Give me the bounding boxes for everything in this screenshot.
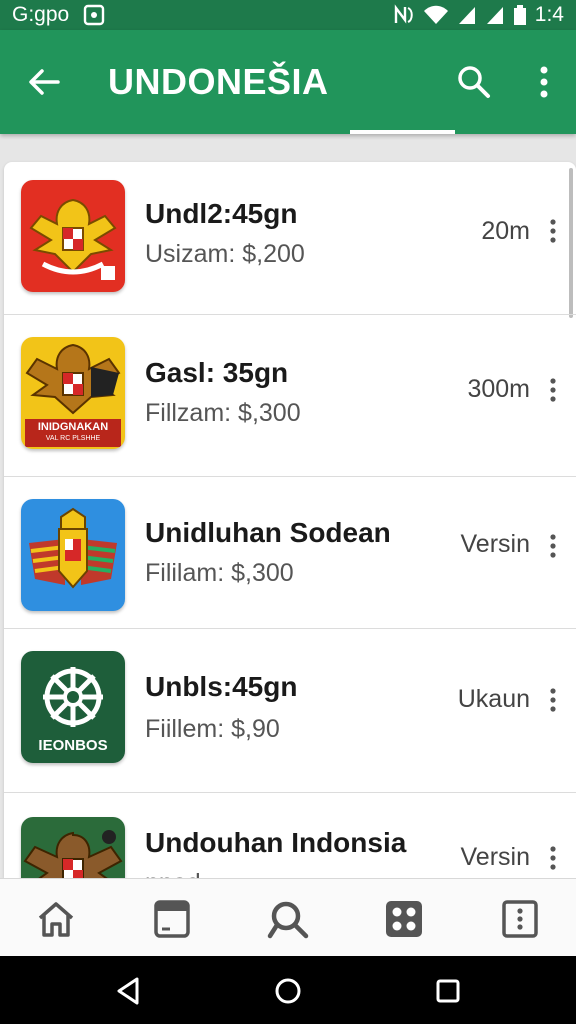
system-navigation-bar: [0, 956, 576, 1024]
list-item[interactable]: Undl2:45gn Usizam: $,200 20m: [4, 162, 576, 315]
item-subtitle: Usizam: $,200: [145, 240, 305, 268]
item-menu-button[interactable]: [546, 529, 560, 563]
nav-tablet[interactable]: [150, 897, 194, 941]
item-menu-button[interactable]: [546, 214, 560, 248]
system-recents-button[interactable]: [430, 973, 466, 1009]
item-meta: 20m: [481, 217, 530, 245]
app-icon-sublabel: VAL RC PLSHHE: [45, 435, 101, 442]
bottom-navigation: [0, 878, 576, 956]
app-icon: INIDGNAKAN VAL RC PLSHHE: [21, 337, 125, 449]
more-vert-icon: [550, 846, 556, 870]
app-icon: [21, 817, 125, 878]
list-item[interactable]: Unidluhan Sodean Fililam: $,300 Versin: [4, 477, 576, 629]
item-meta: Versin: [460, 843, 530, 871]
nfc-icon: [393, 4, 415, 26]
app-icon: [21, 499, 125, 611]
page-title: UNDONEŠIA: [108, 61, 329, 102]
item-meta: 300m: [467, 375, 530, 403]
arrow-back-icon: [29, 69, 60, 95]
back-triangle-icon: [117, 977, 139, 1005]
garuda-emblem-icon: [29, 198, 117, 280]
recents-square-icon: [436, 979, 460, 1003]
item-meta: Ukaun: [457, 685, 530, 713]
wifi-icon: [423, 4, 449, 26]
status-right: 1:4: [393, 3, 564, 27]
more-vert-icon: [550, 219, 556, 243]
status-bar: G:gpo 1:4: [0, 0, 576, 30]
app-bar: UNDONEŠIA: [0, 30, 576, 134]
status-left: G:gpo: [12, 3, 105, 27]
battery-icon: [513, 4, 527, 26]
app-icon-label: IEONBOS: [38, 737, 108, 754]
search-icon: [458, 66, 490, 98]
item-subtitle: Fillzam: $,300: [145, 399, 301, 427]
nav-more[interactable]: [498, 897, 542, 941]
item-title: Undouhan Indonsia: [145, 827, 407, 858]
nav-apps[interactable]: [382, 897, 426, 941]
more-vert-icon: [550, 378, 556, 402]
home-icon: [38, 902, 74, 937]
search-button[interactable]: [455, 63, 493, 101]
item-subtitle: Fiillem: $,90: [145, 715, 280, 743]
list-item[interactable]: IEONBOS Unbls:45gn Fiillem: $,90 Ukaun: [4, 629, 576, 793]
search-icon: [267, 901, 309, 939]
clock-text: 1:4: [534, 3, 564, 26]
item-menu-button[interactable]: [546, 683, 560, 717]
apps-grid-icon: [386, 901, 422, 937]
item-meta: Versin: [460, 530, 530, 558]
more-vert-icon: [540, 66, 548, 98]
crest-emblem-icon: [29, 507, 117, 589]
item-title: Gasl: 35gn: [145, 357, 289, 388]
item-title: Undl2:45gn: [145, 198, 298, 229]
nav-home[interactable]: [34, 897, 78, 941]
more-vert-icon: [550, 688, 556, 712]
system-back-button[interactable]: [110, 973, 146, 1009]
item-menu-button[interactable]: [546, 841, 560, 875]
signal-icon: [485, 4, 505, 26]
nav-search[interactable]: [266, 897, 310, 941]
item-title: Unidluhan Sodean: [145, 517, 391, 548]
tab-indicator: [350, 130, 455, 134]
app-icon-label: INIDGNAKAN: [37, 421, 109, 433]
system-home-button[interactable]: [270, 973, 306, 1009]
tablet-icon: [154, 900, 190, 938]
item-subtitle: Fililam: $,300: [145, 559, 294, 587]
carrier-text: G:gpo: [12, 3, 70, 26]
app-icon: [21, 180, 125, 292]
item-menu-button[interactable]: [546, 373, 560, 407]
list-item[interactable]: INIDGNAKAN VAL RC PLSHHE Gasl: 35gn Fill…: [4, 315, 576, 477]
signal-icon: [457, 4, 477, 26]
app-list: Undl2:45gn Usizam: $,200 20m INIDGNAKAN …: [4, 162, 576, 878]
overflow-menu-button[interactable]: [530, 63, 558, 101]
more-box-icon: [502, 900, 538, 938]
item-subtitle: nnad: [145, 869, 201, 878]
item-title: Unbls:45gn: [145, 671, 298, 702]
notification-icon: [83, 4, 105, 26]
home-circle-icon: [275, 978, 301, 1004]
back-button[interactable]: [26, 64, 62, 100]
list-item[interactable]: Undouhan Indonsia nnad Versin: [4, 793, 576, 878]
garuda-emblem-icon: [23, 830, 123, 878]
more-vert-icon: [550, 534, 556, 558]
app-icon: IEONBOS: [21, 651, 125, 763]
